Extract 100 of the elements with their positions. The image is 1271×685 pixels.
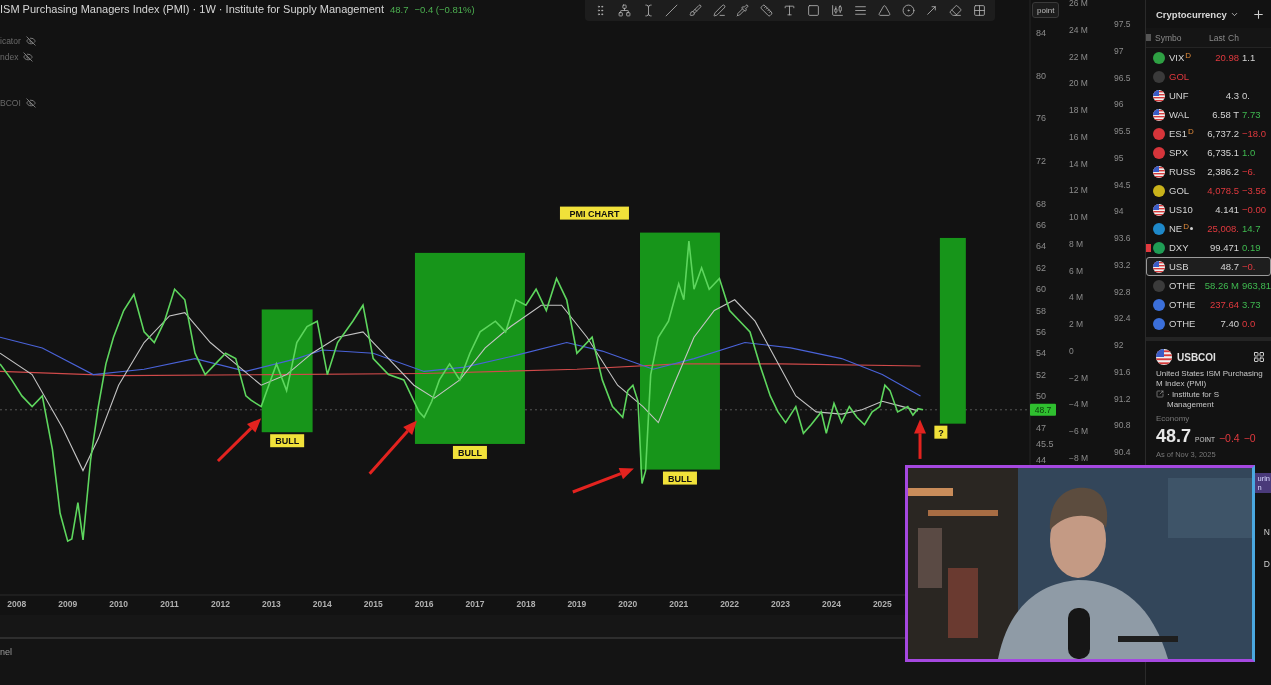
axis-label: 93.6 bbox=[1114, 233, 1131, 243]
arrow-icon[interactable] bbox=[925, 4, 939, 17]
axis-label: 2019 bbox=[567, 599, 587, 609]
eraser-icon[interactable] bbox=[948, 4, 962, 17]
axis-label: 22 M bbox=[1069, 51, 1088, 62]
axis-label: 2011 bbox=[160, 599, 179, 609]
network-icon[interactable] bbox=[617, 4, 631, 17]
watchlist-row[interactable]: WAL 6.58 T 7.73 bbox=[1146, 105, 1271, 124]
watchlist-row[interactable]: OTHE 237.64 3.73 bbox=[1146, 295, 1271, 314]
flag-icon bbox=[1153, 165, 1165, 178]
watchlist-row[interactable]: UNF 4.3 0. bbox=[1146, 86, 1271, 105]
axis-label: 96 bbox=[1114, 99, 1124, 110]
price-change: −0.00 bbox=[1242, 204, 1268, 215]
last-price: 6,737.2 bbox=[1206, 128, 1239, 139]
symbol-name: SPX bbox=[1169, 147, 1188, 158]
indicator-label: BCOI bbox=[0, 98, 21, 108]
axis-label: 94.5 bbox=[1114, 179, 1131, 190]
column-header[interactable]: Last bbox=[1185, 32, 1225, 43]
line-icon[interactable] bbox=[665, 4, 679, 17]
percent-change: −0 bbox=[1243, 431, 1256, 444]
square-icon[interactable] bbox=[807, 4, 821, 17]
axis-label: 26 M bbox=[1069, 0, 1088, 8]
axis-label: 2015 bbox=[363, 599, 383, 609]
scale-button[interactable]: point bbox=[1032, 2, 1060, 18]
axis-label: 16 M bbox=[1069, 131, 1088, 142]
candlestick-icon[interactable] bbox=[830, 4, 844, 17]
axis-label: 64 bbox=[1036, 241, 1046, 252]
axis-label: 90.8 bbox=[1114, 420, 1131, 431]
watchlist-row[interactable]: US10 4.141 −0.00 bbox=[1146, 200, 1271, 219]
axis-label: 95 bbox=[1114, 152, 1124, 163]
axis-label: 62 bbox=[1036, 262, 1046, 273]
annotation: PMI CHART bbox=[569, 208, 620, 219]
symbol-name: US10 bbox=[1169, 204, 1193, 215]
external-link-icon[interactable] bbox=[1156, 389, 1164, 398]
axis-label: 2009 bbox=[58, 599, 78, 609]
watchlist-row[interactable]: GOL 4,078.5 −3.56 bbox=[1146, 181, 1271, 200]
axis-label: 72 bbox=[1036, 156, 1046, 167]
last-value: 48.7 bbox=[389, 4, 409, 15]
watchlist-row[interactable]: RUSS 2,386.2 −6. bbox=[1146, 162, 1271, 181]
price-change: −18.0 bbox=[1242, 128, 1268, 139]
grid-icon[interactable] bbox=[972, 4, 986, 17]
symbol-name: RUSS bbox=[1169, 166, 1196, 177]
axis-label: 2024 bbox=[821, 599, 841, 609]
watchlist-row[interactable]: OTHE 58.26 M 963,81 bbox=[1146, 276, 1271, 295]
watchlist-row[interactable]: OTHE 7.40 0.0 bbox=[1146, 314, 1271, 333]
delay-label: D bbox=[1183, 223, 1189, 231]
symbol-description: United States ISM Purchasing M Index (PMI) bbox=[1156, 369, 1264, 390]
axis-label: 91.2 bbox=[1114, 393, 1131, 404]
axis-label: 2023 bbox=[771, 599, 790, 609]
flag-icon bbox=[1153, 203, 1165, 216]
pen-icon[interactable] bbox=[712, 4, 726, 17]
triangle-icon[interactable] bbox=[878, 4, 891, 17]
watchlist-row[interactable]: DXY 99.471 0.19 bbox=[1146, 238, 1271, 257]
eye-off-icon[interactable] bbox=[23, 52, 34, 62]
eye-off-icon[interactable] bbox=[25, 98, 36, 108]
grid-icon[interactable] bbox=[1253, 351, 1265, 363]
side-text: N bbox=[1263, 526, 1271, 537]
column-header[interactable]: Symbo bbox=[1155, 32, 1182, 43]
axis-label: 76 bbox=[1036, 113, 1046, 124]
watchlist-row[interactable]: USB 48.7 −0. bbox=[1146, 257, 1271, 276]
annotation-label: BULL bbox=[270, 434, 305, 448]
circle-dot-icon[interactable] bbox=[901, 4, 915, 17]
axis-label: 14 M bbox=[1069, 158, 1088, 169]
axis-label: 2017 bbox=[465, 599, 485, 609]
last-price: 4.141 bbox=[1214, 204, 1239, 215]
axis-label: 50 bbox=[1036, 390, 1046, 401]
axis-label: 10 M bbox=[1069, 212, 1088, 222]
axis-label: 93.2 bbox=[1114, 259, 1131, 270]
delay-label: D bbox=[1187, 128, 1194, 136]
axis-label: 90.4 bbox=[1114, 447, 1131, 457]
axis-label: 0 bbox=[1069, 345, 1074, 356]
lines-icon[interactable] bbox=[854, 4, 868, 17]
column-header[interactable]: Ch bbox=[1228, 32, 1271, 43]
axis-label: 6 M bbox=[1069, 265, 1084, 276]
eye-off-icon[interactable] bbox=[25, 36, 36, 46]
watchlist-dropdown[interactable]: Cryptocurrency bbox=[1156, 8, 1239, 20]
price-change: 1.1 bbox=[1242, 52, 1257, 63]
price-change: −3.56 bbox=[1242, 185, 1268, 196]
symbol-name: WAL bbox=[1169, 109, 1190, 120]
price-change: −6. bbox=[1242, 166, 1257, 177]
chart-title: ISM Purchasing Managers Index (PMI) · 1W · Institute for Supply Management bbox=[0, 3, 384, 15]
brush-icon[interactable] bbox=[688, 4, 702, 17]
ref-line-label: 48.7 bbox=[1034, 405, 1052, 416]
pipette-icon[interactable] bbox=[736, 4, 750, 17]
axis-label: 4 M bbox=[1069, 292, 1084, 303]
price-change: 3.73 bbox=[1242, 299, 1262, 310]
watchlist-row[interactable]: SPX 6,735.1 1.0 bbox=[1146, 143, 1271, 162]
axis-label: −2 M bbox=[1069, 372, 1089, 383]
ruler-icon[interactable] bbox=[759, 4, 773, 17]
price-change: 14.7 bbox=[1242, 223, 1262, 234]
indicator-label: ndex bbox=[0, 52, 19, 62]
price-change: 963,81 bbox=[1242, 280, 1271, 291]
axis-label: 92 bbox=[1114, 340, 1124, 350]
plus-icon[interactable] bbox=[1252, 7, 1265, 21]
last-price: 2,386.2 bbox=[1206, 166, 1239, 177]
symbol-name: GOL bbox=[1169, 185, 1190, 196]
symbol-name: GOL bbox=[1169, 71, 1190, 82]
watchlist-row[interactable]: GOL bbox=[1146, 67, 1271, 86]
text-tool-icon[interactable] bbox=[783, 4, 797, 17]
axis-label: −6 M bbox=[1069, 426, 1089, 436]
